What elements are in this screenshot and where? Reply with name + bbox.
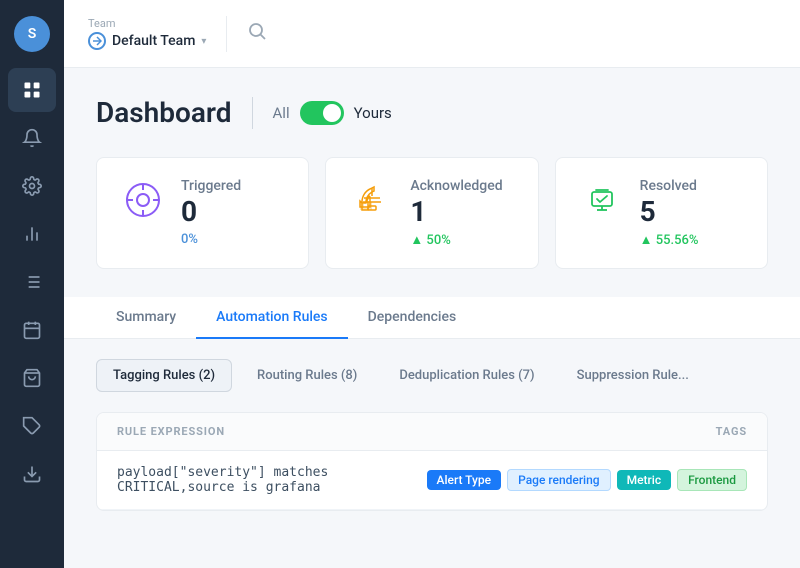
stat-card-triggered: Triggered 0 0%	[96, 157, 309, 269]
acknowledged-label: Acknowledged	[410, 178, 513, 194]
search-icon[interactable]	[247, 21, 267, 46]
resolved-info: Resolved 5 ▲ 55.56%	[640, 178, 743, 248]
tag-frontend: Frontend	[677, 469, 747, 491]
toggle-yours-label: Yours	[354, 104, 392, 122]
sub-tab-suppression[interactable]: Suppression Rule...	[560, 359, 706, 392]
tabs-bar: Summary Automation Rules Dependencies	[64, 297, 800, 339]
tab-dependencies[interactable]: Dependencies	[348, 297, 477, 339]
sidebar-item-settings[interactable]	[8, 164, 56, 208]
resolved-label: Resolved	[640, 178, 743, 194]
team-selector[interactable]: Default Team ▾	[88, 32, 206, 50]
resolved-change: ▲ 55.56%	[640, 232, 743, 248]
sub-tab-deduplication[interactable]: Deduplication Rules (7)	[382, 359, 551, 392]
rules-table: RULE EXPRESSION TAGS payload["severity"]…	[96, 412, 768, 511]
team-icon	[88, 32, 106, 50]
sidebar-item-download[interactable]	[8, 452, 56, 496]
avatar[interactable]: S	[14, 16, 50, 52]
toggle-all-label: All	[273, 104, 290, 122]
sidebar-item-analytics[interactable]	[8, 212, 56, 256]
sidebar-item-calendar[interactable]	[8, 308, 56, 352]
sidebar-item-bag[interactable]	[8, 356, 56, 400]
tag-page-rendering: Page rendering	[507, 469, 611, 491]
header: Team Default Team ▾	[64, 0, 800, 68]
sub-tab-tagging[interactable]: Tagging Rules (2)	[96, 359, 232, 392]
resolved-icon	[580, 178, 624, 222]
sub-tabs: Tagging Rules (2) Routing Rules (8) Dedu…	[96, 359, 768, 392]
stats-row: Triggered 0 0%	[96, 157, 768, 269]
col-rule-expression: RULE EXPRESSION	[117, 425, 716, 438]
triggered-change: 0%	[181, 232, 284, 247]
sidebar: S	[0, 0, 64, 568]
team-selector-group: Team Default Team ▾	[88, 17, 206, 50]
sidebar-item-tag[interactable]	[8, 404, 56, 448]
sidebar-item-dashboard[interactable]	[8, 68, 56, 112]
sidebar-item-alerts[interactable]	[8, 116, 56, 160]
col-tags: TAGS	[716, 425, 747, 438]
acknowledged-change: ▲ 50%	[410, 232, 513, 248]
triggered-icon	[121, 178, 165, 222]
tag-alert-type: Alert Type	[427, 470, 502, 490]
tab-summary[interactable]: Summary	[96, 297, 196, 339]
chevron-down-icon: ▾	[201, 36, 206, 47]
tags-cell: Alert Type Page rendering Metric Fronten…	[427, 469, 748, 491]
main-area: Team Default Team ▾ Dashboard All Yours	[64, 0, 800, 568]
triggered-info: Triggered 0 0%	[181, 178, 284, 247]
triggered-label: Triggered	[181, 178, 284, 194]
all-yours-toggle[interactable]	[300, 101, 344, 125]
stat-card-acknowledged: Acknowledged 1 ▲ 50%	[325, 157, 538, 269]
dashboard-title: Dashboard	[96, 96, 232, 129]
toggle-group: All Yours	[273, 101, 392, 125]
dashboard-header-divider	[252, 97, 253, 129]
acknowledged-icon	[350, 178, 394, 222]
dashboard-header: Dashboard All Yours	[96, 96, 768, 129]
triggered-value: 0	[181, 198, 284, 226]
resolved-value: 5	[640, 198, 743, 226]
rule-expression-value: payload["severity"] matches CRITICAL,sou…	[117, 465, 407, 495]
table-header: RULE EXPRESSION TAGS	[97, 413, 767, 451]
sidebar-nav	[0, 68, 64, 496]
sub-tab-routing[interactable]: Routing Rules (8)	[240, 359, 374, 392]
header-divider	[226, 16, 227, 52]
team-name: Default Team	[112, 33, 195, 49]
table-row[interactable]: payload["severity"] matches CRITICAL,sou…	[97, 451, 767, 510]
stat-card-resolved: Resolved 5 ▲ 55.56%	[555, 157, 768, 269]
team-label: Team	[88, 17, 206, 30]
sidebar-item-list[interactable]	[8, 260, 56, 304]
content-area: Dashboard All Yours	[64, 68, 800, 568]
acknowledged-value: 1	[410, 198, 513, 226]
tab-automation-rules[interactable]: Automation Rules	[196, 297, 348, 339]
acknowledged-info: Acknowledged 1 ▲ 50%	[410, 178, 513, 248]
tag-metric: Metric	[617, 470, 671, 490]
